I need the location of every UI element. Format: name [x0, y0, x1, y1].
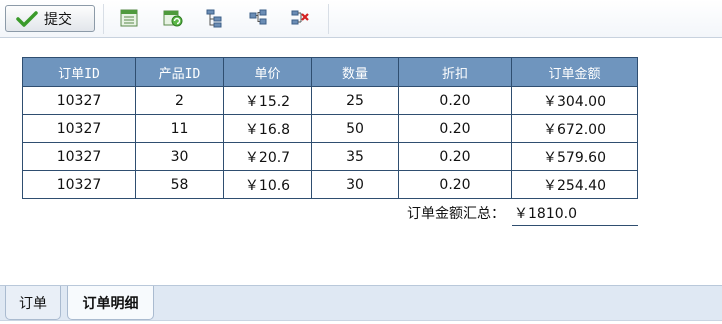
table-row[interactable]: 10327 58 ￥10.6 30 0.20 ￥254.40 — [22, 170, 638, 199]
discount-cell[interactable]: 0.20 — [398, 114, 512, 143]
order-amount-cell[interactable]: ￥672.00 — [511, 114, 638, 143]
toolbar: 提交 — [0, 0, 722, 38]
submit-button-label: 提交 — [44, 11, 72, 28]
quantity-cell[interactable]: 25 — [311, 86, 399, 115]
column-header-order-amount[interactable]: 订单金额 — [511, 57, 638, 87]
order-amount-cell[interactable]: ￥579.60 — [511, 142, 638, 171]
unit-price-cell[interactable]: ￥15.2 — [223, 86, 312, 115]
order-amount-cell[interactable]: ￥304.00 — [511, 86, 638, 115]
toolbar-separator — [103, 4, 104, 34]
submit-button[interactable]: 提交 — [5, 5, 95, 32]
column-header-unit-price[interactable]: 单价 — [223, 57, 312, 87]
order-amount-cell[interactable]: ￥254.40 — [511, 170, 638, 199]
order-id-cell[interactable]: 10327 — [22, 170, 136, 199]
column-header-quantity[interactable]: 数量 — [311, 57, 399, 87]
unit-price-cell[interactable]: ￥10.6 — [223, 170, 312, 199]
product-id-cell[interactable]: 30 — [135, 142, 224, 171]
tab-bar: 订单 订单明细 — [0, 285, 722, 324]
order-id-cell[interactable]: 10327 — [22, 114, 136, 143]
excel-export-icon[interactable] — [119, 8, 139, 28]
order-total-label: 订单金额汇总： — [407, 206, 505, 222]
product-id-cell[interactable]: 2 — [135, 86, 224, 115]
discount-cell[interactable]: 0.20 — [398, 170, 512, 199]
column-header-product-id[interactable]: 产品ID — [135, 57, 224, 87]
tab-order[interactable]: 订单 — [5, 286, 61, 320]
quantity-cell[interactable]: 30 — [311, 170, 399, 199]
order-detail-table: 订单ID 产品ID 单价 数量 折扣 订单金额 10327 2 ￥15.2 25… — [22, 57, 638, 199]
tab-order-detail[interactable]: 订单明细 — [67, 286, 154, 320]
column-header-order-id[interactable]: 订单ID — [22, 57, 136, 87]
quantity-cell[interactable]: 35 — [311, 142, 399, 171]
product-id-cell[interactable]: 11 — [135, 114, 224, 143]
unit-price-cell[interactable]: ￥16.8 — [223, 114, 312, 143]
table-row[interactable]: 10327 30 ￥20.7 35 0.20 ￥579.60 — [22, 142, 638, 171]
order-id-cell[interactable]: 10327 — [22, 142, 136, 171]
table-row[interactable]: 10327 11 ￥16.8 50 0.20 ￥672.00 — [22, 114, 638, 143]
quantity-cell[interactable]: 50 — [311, 114, 399, 143]
table-header-row: 订单ID 产品ID 单价 数量 折扣 订单金额 — [22, 57, 638, 87]
tree-add-icon[interactable] — [248, 8, 268, 28]
unit-price-cell[interactable]: ￥20.7 — [223, 142, 312, 171]
discount-cell[interactable]: 0.20 — [398, 142, 512, 171]
table-row[interactable]: 10327 2 ￥15.2 25 0.20 ￥304.00 — [22, 86, 638, 115]
check-icon — [16, 10, 38, 27]
order-id-cell[interactable]: 10327 — [22, 86, 136, 115]
excel-refresh-icon[interactable] — [163, 8, 183, 28]
tree-delete-icon[interactable] — [290, 8, 310, 28]
product-id-cell[interactable]: 58 — [135, 170, 224, 199]
tab-bar-bottom-border — [0, 320, 722, 324]
order-total-value: ￥1810.0 — [512, 203, 638, 226]
tree-structure-icon[interactable] — [205, 8, 225, 28]
toolbar-separator — [328, 4, 329, 34]
discount-cell[interactable]: 0.20 — [398, 86, 512, 115]
column-header-discount[interactable]: 折扣 — [398, 57, 512, 87]
